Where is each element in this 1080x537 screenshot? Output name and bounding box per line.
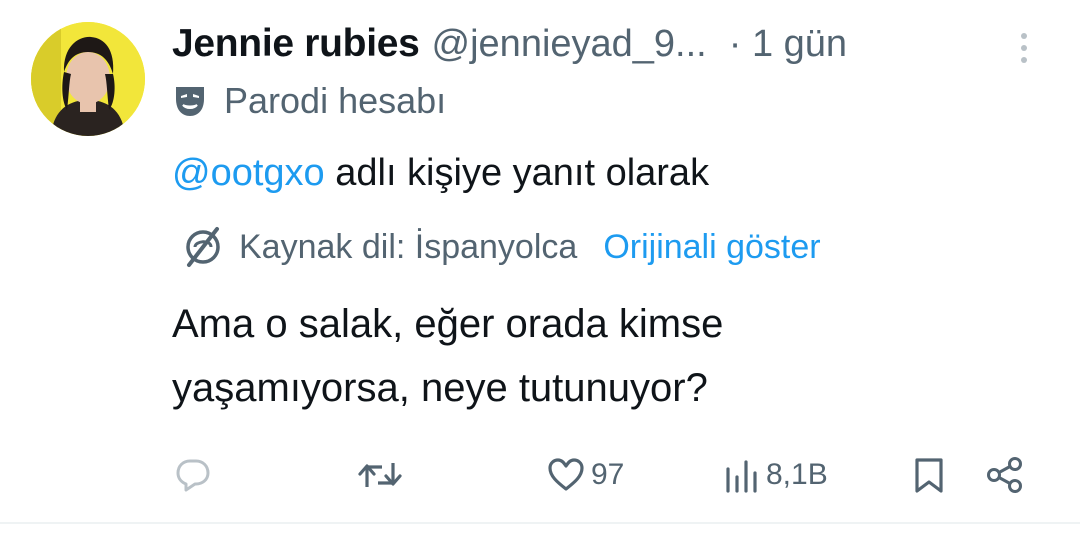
- views-button[interactable]: 8,1B: [724, 440, 828, 510]
- bookmark-button[interactable]: [912, 440, 946, 510]
- heart-icon: [547, 457, 585, 493]
- theater-mask-icon: [172, 83, 208, 119]
- reply-context: @ootgxo adlı kişiye yanıt olarak: [172, 152, 709, 195]
- avatar-image: [31, 22, 145, 136]
- like-count: 97: [591, 458, 625, 491]
- tweet-text-line: yaşamıyorsa, neye tutunuyor?: [172, 366, 708, 410]
- more-vertical-icon[interactable]: [1012, 28, 1036, 68]
- globe-icon: [181, 225, 225, 269]
- show-original-link[interactable]: Orijinali göster: [603, 228, 820, 267]
- tweet-text-line: Ama o salak, eğer orada kimse: [172, 302, 724, 346]
- action-bar: 97 8,1B: [0, 440, 1080, 510]
- author-handle[interactable]: @jennieyad_9...: [432, 23, 707, 66]
- parody-badge: Parodi hesabı: [172, 80, 446, 122]
- tweet-text: Ama o salak, eğer orada kimse yaşamıyors…: [172, 292, 992, 420]
- translation-bar: Kaynak dil: İspanyolca Orijinali göster: [181, 225, 821, 269]
- views-icon: [724, 457, 760, 493]
- parody-label: Parodi hesabı: [224, 80, 447, 121]
- share-icon: [985, 456, 1025, 494]
- reply-icon: [175, 457, 211, 493]
- like-button[interactable]: 97: [547, 440, 624, 510]
- divider: [0, 522, 1080, 524]
- source-language: Kaynak dil: İspanyolca: [239, 227, 578, 266]
- reply-mention-link[interactable]: @ootgxo: [172, 152, 325, 194]
- share-button[interactable]: [985, 440, 1025, 510]
- tweet-header: Jennie rubies @jennieyad_9... · 1 gün: [172, 14, 847, 74]
- timestamp[interactable]: · 1 gün: [729, 23, 847, 66]
- bookmark-icon: [912, 456, 946, 494]
- avatar[interactable]: [31, 22, 145, 136]
- author-name[interactable]: Jennie rubies: [172, 22, 420, 66]
- view-count: 8,1B: [766, 458, 828, 491]
- retweet-button[interactable]: [356, 440, 404, 510]
- retweet-icon: [356, 457, 404, 493]
- reply-suffix: adlı kişiye yanıt olarak: [324, 152, 710, 194]
- reply-button[interactable]: [175, 440, 211, 510]
